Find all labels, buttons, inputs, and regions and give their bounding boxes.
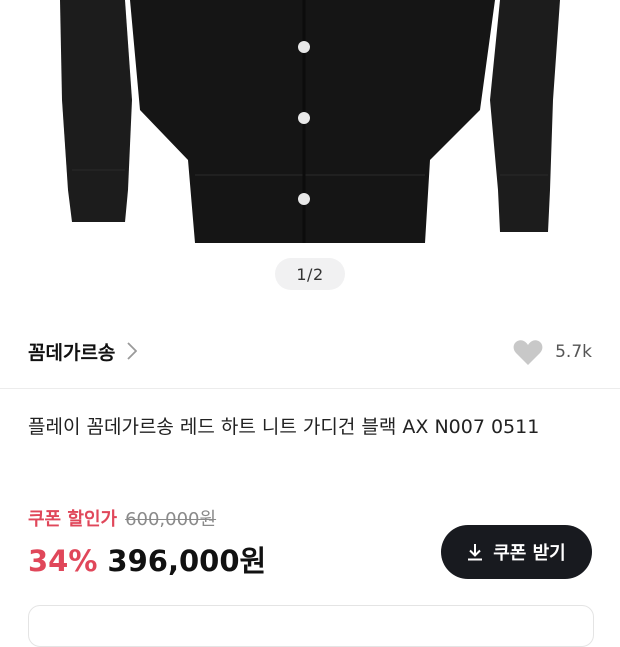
- get-coupon-label: 쿠폰 받기: [493, 543, 566, 564]
- divider: [0, 388, 620, 389]
- brand-link[interactable]: 꼼데가르송: [28, 335, 138, 367]
- coupon-price-label: 쿠폰 할인가: [28, 509, 118, 530]
- get-coupon-button[interactable]: 쿠폰 받기: [441, 525, 592, 579]
- discount-rate: 34%: [28, 544, 98, 578]
- brand-row: 꼼데가르송 5.7k: [0, 325, 620, 377]
- product-image-gallery[interactable]: 1/2: [0, 0, 620, 307]
- brand-name: 꼼데가르송: [28, 341, 116, 364]
- chevron-right-icon: [127, 342, 138, 360]
- like-count: 5.7k: [555, 342, 592, 362]
- info-box: [28, 605, 594, 647]
- original-price: 600,000원: [125, 509, 217, 530]
- like-button[interactable]: 5.7k: [513, 337, 592, 367]
- image-page-indicator: 1/2: [275, 258, 345, 290]
- price-row: 34% 396,000원: [28, 538, 266, 580]
- heart-icon: [513, 339, 543, 365]
- final-price: 396,000원: [107, 544, 267, 578]
- product-title: 플레이 꼼데가르송 레드 하트 니트 가디건 블랙 AX N007 0511: [28, 416, 540, 438]
- download-icon: [468, 544, 483, 561]
- coupon-price-label-row: 쿠폰 할인가 600,000원: [28, 505, 216, 531]
